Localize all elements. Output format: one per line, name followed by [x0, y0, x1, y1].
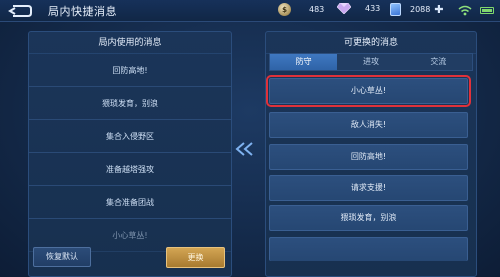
card-balance: 2088 ✚ — [390, 3, 444, 16]
tab-attack[interactable]: 进攻 — [337, 54, 404, 70]
card-amount: 2088 — [410, 5, 431, 14]
option-item[interactable]: 猥琐发育，别浪 — [269, 205, 468, 231]
in-game-message-list: 回防高地! 猥琐发育，别浪 集合入侵野区 准备越塔强攻 集合准备团战 小心草丛! — [29, 54, 231, 252]
category-tabs: 防守 进攻 交流 — [269, 53, 473, 71]
battery-icon — [480, 7, 494, 14]
option-item[interactable]: 请求支援! — [269, 175, 468, 201]
page-title: 局内快捷消息 — [48, 5, 117, 18]
double-chevron-left-icon — [235, 142, 253, 156]
diamond-icon — [337, 3, 351, 14]
gold-amount: 483 — [309, 5, 325, 14]
option-item[interactable]: 敌人消失! — [269, 112, 468, 138]
option-item[interactable]: 回防高地! — [269, 144, 468, 170]
option-item-partial[interactable] — [269, 237, 468, 261]
right-panel-title: 可更换的消息 — [266, 32, 476, 54]
list-item[interactable]: 集合入侵野区 — [29, 120, 231, 153]
left-panel-title: 局内使用的消息 — [29, 32, 231, 54]
tab-communication[interactable]: 交流 — [405, 54, 472, 70]
back-button[interactable] — [4, 2, 34, 20]
in-game-messages-panel: 局内使用的消息 回防高地! 猥琐发育，别浪 集合入侵野区 准备越塔强攻 集合准备… — [28, 31, 232, 277]
gem-amount: 433 — [365, 4, 381, 13]
list-item[interactable]: 集合准备团战 — [29, 186, 231, 219]
list-item[interactable]: 猥琐发育，别浪 — [29, 87, 231, 120]
card-icon — [390, 3, 401, 16]
replace-button[interactable]: 更换 — [166, 247, 225, 268]
list-item[interactable]: 回防高地! — [29, 54, 231, 87]
gem-balance: 433 — [337, 3, 380, 14]
back-arrow-icon — [8, 5, 32, 17]
gold-coin-icon: $ — [278, 3, 291, 16]
reset-default-button[interactable]: 恢复默认 — [33, 247, 91, 267]
option-item[interactable]: 小心草丛! — [266, 75, 471, 107]
wifi-icon — [458, 5, 472, 16]
list-item[interactable]: 准备越塔强攻 — [29, 153, 231, 186]
gold-balance: $ 483 — [278, 3, 324, 16]
add-icon[interactable]: ✚ — [434, 3, 443, 16]
tab-defense[interactable]: 防守 — [270, 54, 338, 70]
top-bar: 局内快捷消息 $ 483 433 2088 ✚ — [0, 0, 500, 22]
